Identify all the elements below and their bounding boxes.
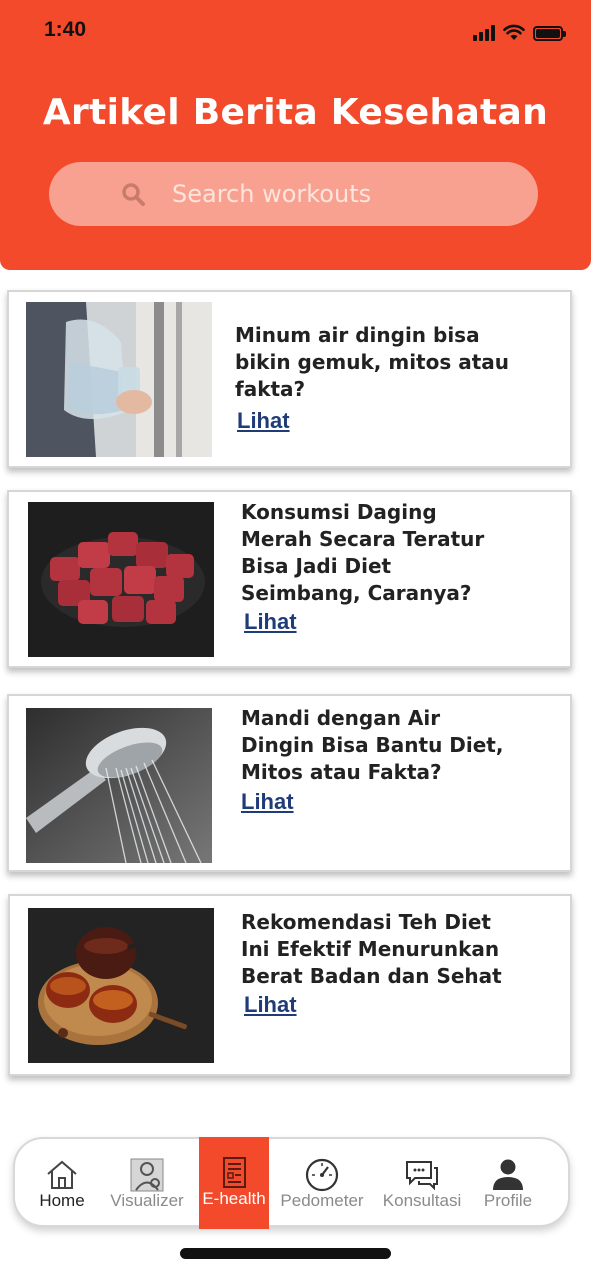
article-title-line: Minum air dingin bisa xyxy=(235,323,480,347)
article-title-line: Berat Badan dan Sehat xyxy=(241,964,502,988)
visualizer-icon xyxy=(130,1158,164,1192)
nav-label: Profile xyxy=(483,1191,533,1210)
nav-label: Pedometer xyxy=(280,1191,364,1210)
nav-item-profile[interactable]: Profile xyxy=(473,1139,543,1229)
nav-label: Home xyxy=(39,1191,85,1210)
search-bar[interactable] xyxy=(49,162,552,226)
status-icons xyxy=(473,24,566,41)
tea-cups-photo xyxy=(28,908,214,1063)
article-title: Rekomendasi Teh Diet Ini Efektif Menurun… xyxy=(241,909,561,990)
article-card[interactable]: Mandi dengan Air Dingin Bisa Bantu Diet,… xyxy=(7,694,572,872)
user-icon xyxy=(493,1159,523,1190)
article-title-line: Mitos atau Fakta? xyxy=(241,760,442,784)
search-icon xyxy=(122,183,145,206)
header: 1:40 Artikel Berita Kesehatan xyxy=(0,0,591,270)
nav-item-home[interactable]: Home xyxy=(29,1139,95,1229)
signal-icon xyxy=(473,25,495,41)
chat-icon xyxy=(406,1161,438,1191)
e-health-icon xyxy=(223,1157,246,1188)
battery-icon xyxy=(533,26,566,41)
search-input[interactable] xyxy=(172,174,552,214)
nav-label: Konsultasi xyxy=(382,1191,462,1210)
article-title-line: Konsumsi Daging xyxy=(241,500,437,524)
shower-head-photo xyxy=(26,708,212,863)
lihat-link[interactable]: Lihat xyxy=(244,609,297,635)
article-title: Mandi dengan Air Dingin Bisa Bantu Diet,… xyxy=(241,705,561,786)
article-title: Minum air dingin bisa bikin gemuk, mitos… xyxy=(235,322,565,403)
article-card[interactable]: Minum air dingin bisa bikin gemuk, mitos… xyxy=(7,290,572,468)
home-indicator[interactable] xyxy=(180,1248,391,1259)
lihat-link[interactable]: Lihat xyxy=(237,408,290,434)
article-title-line: Rekomendasi Teh Diet xyxy=(241,910,491,934)
article-title-line: fakta? xyxy=(235,377,306,401)
bottom-nav: Home Visualizer E-health Pedometer Konsu… xyxy=(13,1137,570,1229)
nav-item-e-health[interactable]: E-health xyxy=(199,1137,269,1229)
lihat-link[interactable]: Lihat xyxy=(241,789,294,815)
article-title-line: Bisa Jadi Diet xyxy=(241,554,392,578)
lihat-link[interactable]: Lihat xyxy=(244,992,297,1018)
article-card[interactable]: Konsumsi Daging Merah Secara Teratur Bis… xyxy=(7,490,572,668)
nav-label: Visualizer xyxy=(110,1191,184,1210)
nav-label: E-health xyxy=(202,1189,266,1208)
article-title-line: Merah Secara Teratur xyxy=(241,527,485,551)
article-title-line: Ini Efektif Menurunkan xyxy=(241,937,500,961)
nav-item-visualizer[interactable]: Visualizer xyxy=(105,1139,189,1229)
nav-item-konsultasi[interactable]: Konsultasi xyxy=(375,1139,469,1229)
red-meat-photo xyxy=(28,502,214,657)
article-title-line: Mandi dengan Air xyxy=(241,706,441,730)
article-card[interactable]: Rekomendasi Teh Diet Ini Efektif Menurun… xyxy=(8,894,572,1076)
speedometer-icon xyxy=(305,1158,339,1192)
wifi-icon xyxy=(503,24,525,40)
article-title-line: Dingin Bisa Bantu Diet, xyxy=(241,733,504,757)
article-title-line: Seimbang, Caranya? xyxy=(241,581,472,605)
article-title-line: bikin gemuk, mitos atau xyxy=(235,350,510,374)
article-title: Konsumsi Daging Merah Secara Teratur Bis… xyxy=(241,499,561,607)
status-time: 1:40 xyxy=(44,18,87,41)
water-pitcher-photo xyxy=(26,302,212,457)
home-icon xyxy=(47,1160,77,1189)
page-title: Artikel Berita Kesehatan xyxy=(42,92,549,133)
nav-item-pedometer[interactable]: Pedometer xyxy=(273,1139,371,1229)
